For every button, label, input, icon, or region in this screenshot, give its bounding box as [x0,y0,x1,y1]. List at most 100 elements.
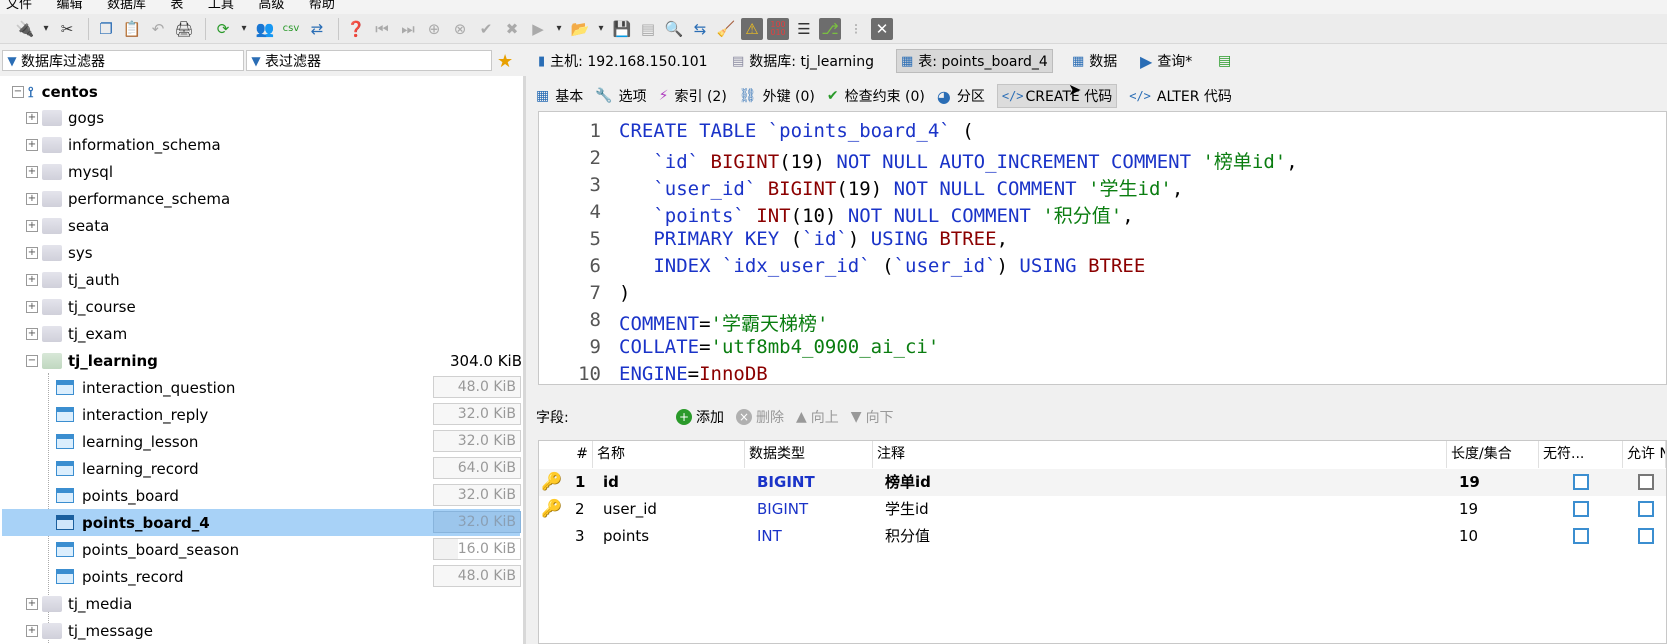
delete-row-icon[interactable]: ⊗ [449,18,471,40]
play-icon[interactable]: ▶ [527,18,549,40]
col-header-type[interactable]: 数据类型 [745,441,873,468]
wrap-icon[interactable]: ☰ [793,18,815,40]
tab-check-constraints[interactable]: ✔ 检查约束 (0) [827,86,925,106]
expand-icon[interactable]: + [26,274,38,286]
tab-partitions[interactable]: ◕ 分区 [937,86,985,106]
table-filter[interactable]: ▼ 表过滤器 [246,50,492,71]
copy-icon[interactable]: ❐ [95,18,117,40]
col-header-unsigned[interactable]: 无符... [1539,441,1623,468]
save-grey-icon[interactable]: ▤ [637,18,659,40]
tree-db-item[interactable]: tj_media [42,590,132,617]
tree-table-item[interactable]: interaction_reply [56,401,208,428]
binary-icon[interactable]: 100 010 [767,17,789,40]
tab-foreign-keys[interactable]: ⛓ 外键 (0) [739,86,815,106]
expand-icon[interactable]: + [26,166,38,178]
tab-options[interactable]: 🔧 选项 [595,86,646,106]
expand-icon[interactable]: + [26,247,38,259]
star-icon[interactable]: ★ [497,50,513,72]
last-icon[interactable]: ⏭ [397,18,419,40]
format-icon[interactable]: ⎇ [819,17,841,40]
apply-icon[interactable]: ✔ [475,18,497,40]
table-row[interactable]: 🔑 2 user_id BIGINT 学生id 19 [539,496,1666,523]
tree-db-item[interactable]: information_schema [42,131,221,158]
unsigned-checkbox[interactable] [1573,474,1589,490]
col-header-allow-null[interactable]: 允许 NU [1623,441,1666,468]
col-header-name[interactable]: 名称 [593,441,745,468]
tree-table-item-selected[interactable]: points_board_4 [56,509,210,536]
user-manager-icon[interactable]: 👥 [254,18,276,40]
tree-table-item[interactable]: learning_lesson [56,428,198,455]
tree-table-item[interactable]: points_record [56,563,183,590]
first-icon[interactable]: ⏮ [371,18,393,40]
close-icon[interactable]: ✕ [871,17,893,40]
tree-table-item[interactable]: points_board [56,482,179,509]
move-up-button[interactable]: ▲ 向上 [796,407,839,427]
tab-host[interactable]: ▮ 主机: 192.168.150.101 [538,50,708,72]
menu-table[interactable]: 表 [170,0,183,12]
expand-icon[interactable]: + [26,139,38,151]
menu-database[interactable]: 数据库 [107,0,146,12]
tree-table-item[interactable]: points_board_season [56,536,239,563]
tree-db-item[interactable]: tj_auth [42,266,120,293]
move-down-button[interactable]: ▼ 向下 [851,407,894,427]
add-field-button[interactable]: + 添加 [676,407,724,427]
field-comment[interactable]: 学生id [885,496,929,523]
chevron-down-icon[interactable]: ▾ [553,18,565,40]
sync-icon[interactable]: ⇄ [306,18,328,40]
menu-tools[interactable]: 工具 [208,0,234,12]
tab-data[interactable]: ▦ 数据 [1072,50,1117,72]
paste-icon[interactable]: 📋 [121,18,143,40]
replace-icon[interactable]: ⇆ [689,18,711,40]
help-icon[interactable]: ❓ [345,18,367,40]
tree-db-item[interactable]: seata [42,212,109,239]
tab-indexes[interactable]: ⚡ 索引 (2) [659,86,727,106]
field-length[interactable]: 10 [1459,523,1478,550]
chevron-down-icon[interactable]: ▾ [238,18,250,40]
expand-icon[interactable]: + [26,112,38,124]
tab-table[interactable]: ▦ 表: points_board_4 [896,49,1053,73]
tree-root[interactable]: ⟟ centos [28,78,98,105]
field-comment[interactable]: 榜单id [885,469,931,496]
expand-icon[interactable]: + [26,625,38,637]
sql-code-editor[interactable]: 1 2 3 4 5 6 7 8 9 10 CREATE TABLE `point… [538,111,1667,385]
refresh-icon[interactable]: ⟳ [212,18,234,40]
tree-db-item[interactable]: tj_exam [42,320,127,347]
col-header-length[interactable]: 长度/集合 [1447,441,1539,468]
table-row[interactable]: 🔑 1 id BIGINT 榜单id 19 [539,469,1666,496]
field-length[interactable]: 19 [1459,469,1480,496]
expand-icon[interactable]: + [26,193,38,205]
open-folder-icon[interactable]: 📂 [569,18,591,40]
connect-icon[interactable]: 🔌 [14,18,36,40]
tree-db-open[interactable]: tj_learning [42,347,158,374]
tab-alter-code[interactable]: </> ALTER 代码 [1129,86,1232,106]
expand-icon[interactable]: + [26,598,38,610]
tree-db-item[interactable]: gogs [42,104,104,131]
field-comment[interactable]: 积分值 [885,523,930,550]
tab-basic[interactable]: ▦ 基本 [536,86,583,106]
disconnect-icon[interactable]: ✂ [56,18,78,40]
cancel-icon[interactable]: ✖ [501,18,523,40]
menu-edit[interactable]: 编辑 [56,0,82,12]
add-row-icon[interactable]: ⊕ [423,18,445,40]
expand-icon[interactable]: + [26,220,38,232]
tree-db-item[interactable]: mysql [42,158,113,185]
tree-db-item[interactable]: tj_message [42,617,153,644]
more-icon[interactable]: ⁝ [845,18,867,40]
table-row[interactable]: 3 points INT 积分值 10 [539,523,1666,550]
col-header-comment[interactable]: 注释 [873,441,1447,468]
tab-create-code[interactable]: </> CREATE 代码 [996,84,1118,108]
tab-database[interactable]: ▤ 数据库: tj_learning [732,50,874,72]
field-length[interactable]: 19 [1459,496,1478,523]
tree-table-item[interactable]: interaction_question [56,374,235,401]
tree-db-item[interactable]: performance_schema [42,185,230,212]
clean-icon[interactable]: 🧹 [715,18,737,40]
allow-null-checkbox[interactable] [1638,474,1654,490]
allow-null-checkbox[interactable] [1638,528,1654,544]
expand-icon[interactable]: + [26,301,38,313]
save-icon[interactable]: 💾 [611,18,633,40]
field-type[interactable]: INT [757,523,782,550]
collapse-icon[interactable]: − [26,355,38,367]
new-query-icon[interactable]: ▤ [1218,50,1231,72]
allow-null-checkbox[interactable] [1638,501,1654,517]
field-name[interactable]: user_id [603,496,657,523]
